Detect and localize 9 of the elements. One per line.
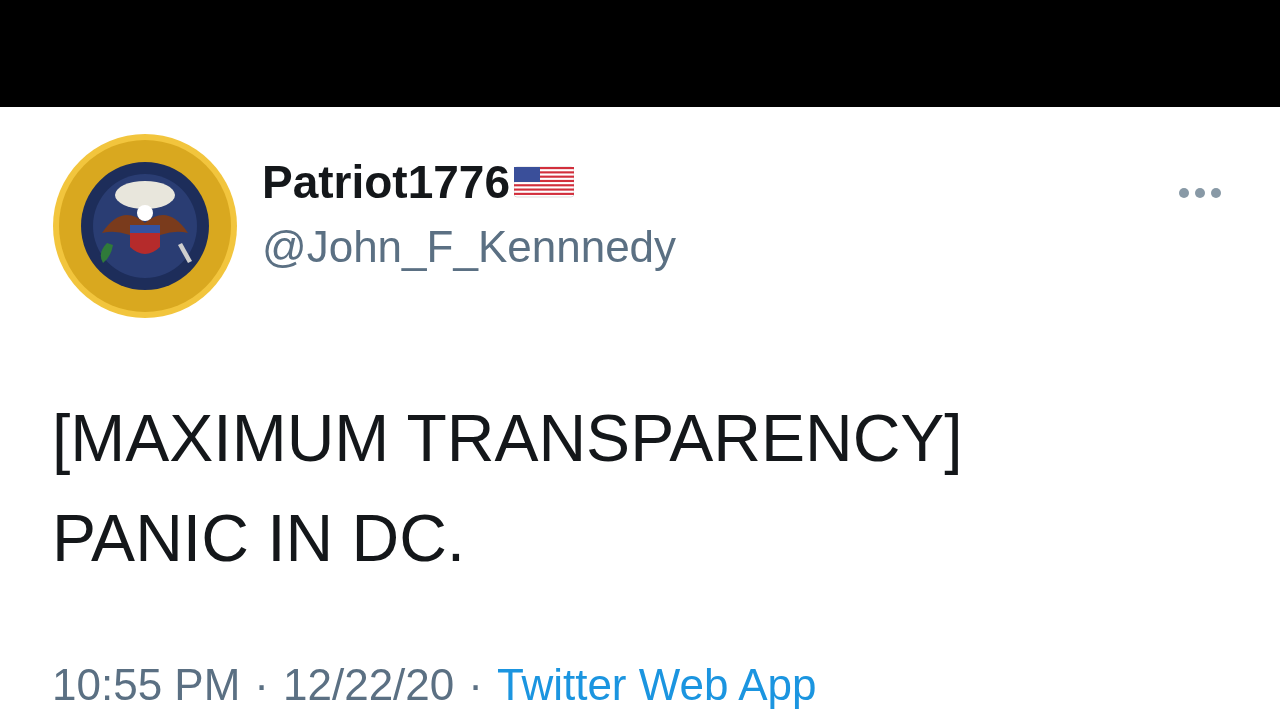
display-name: Patriot1776	[262, 159, 510, 205]
tweet-date: 12/22/20	[283, 663, 455, 707]
source-link[interactable]: Twitter Web App	[496, 663, 817, 707]
tweet-text: PANIC IN DC.	[52, 505, 467, 571]
tweet-time: 10:55 PM	[52, 663, 241, 707]
separator: ·	[468, 663, 483, 707]
user-handle: @John_F_Kennnedy	[262, 225, 677, 269]
more-icon[interactable]	[1178, 187, 1222, 199]
separator: ·	[254, 663, 269, 707]
